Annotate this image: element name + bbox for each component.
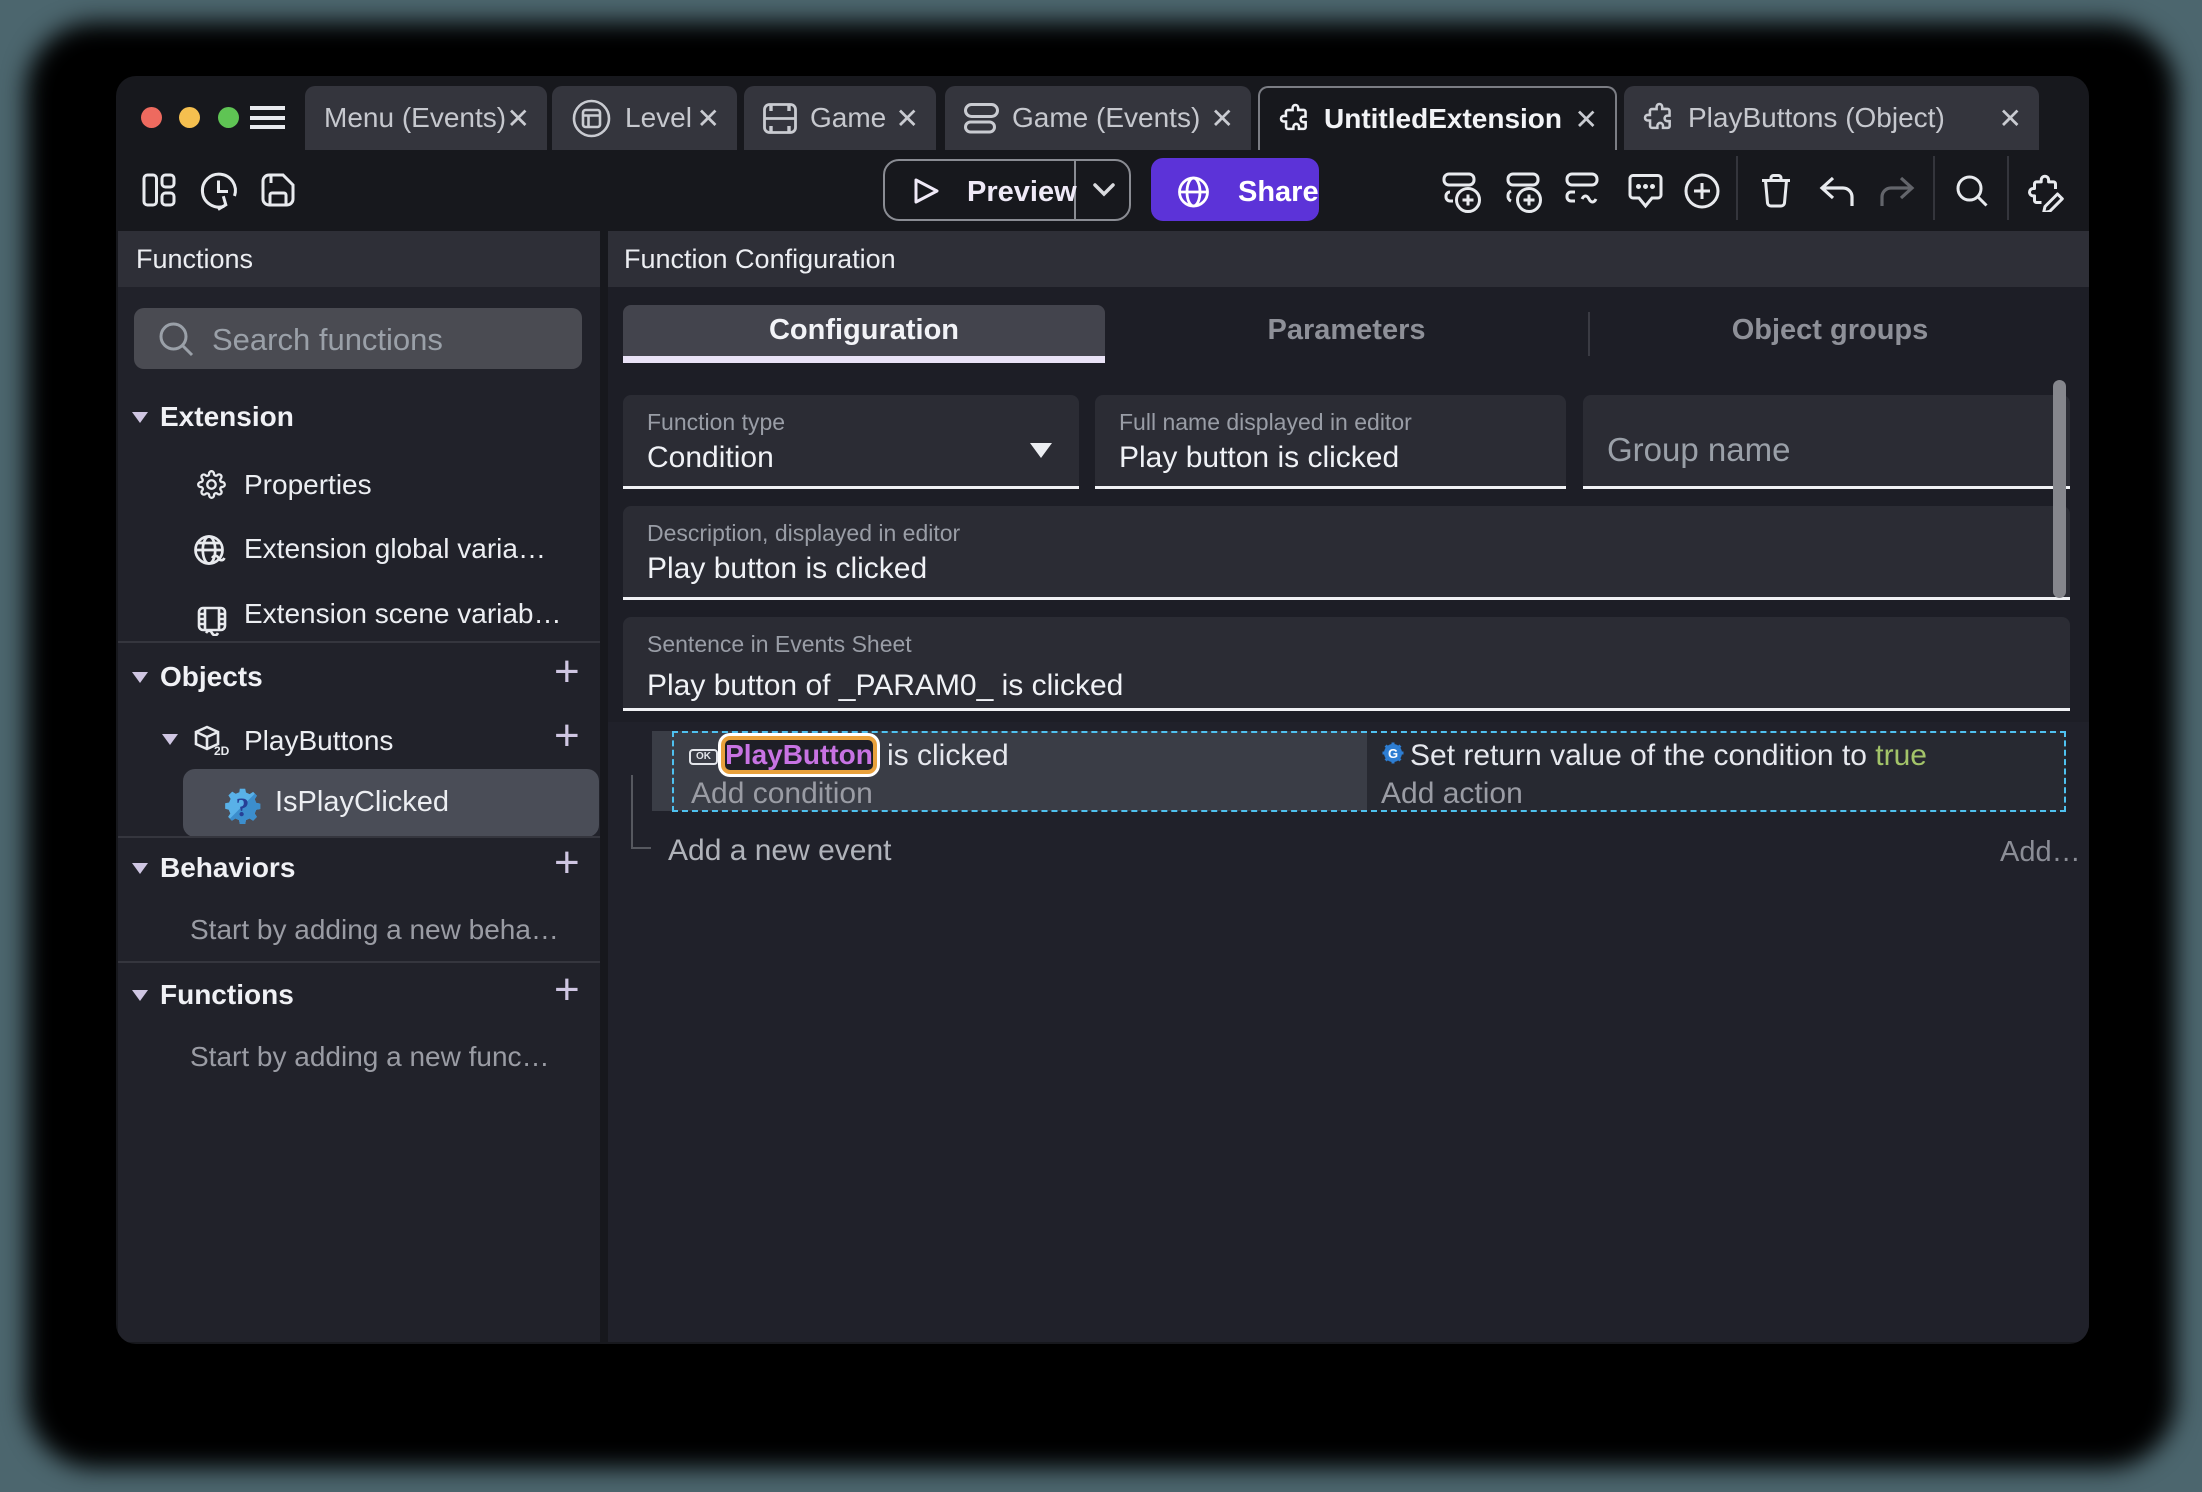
svg-text:?: ? bbox=[236, 792, 249, 822]
svg-text:2D: 2D bbox=[214, 744, 229, 758]
svg-text:G: G bbox=[1388, 746, 1398, 761]
